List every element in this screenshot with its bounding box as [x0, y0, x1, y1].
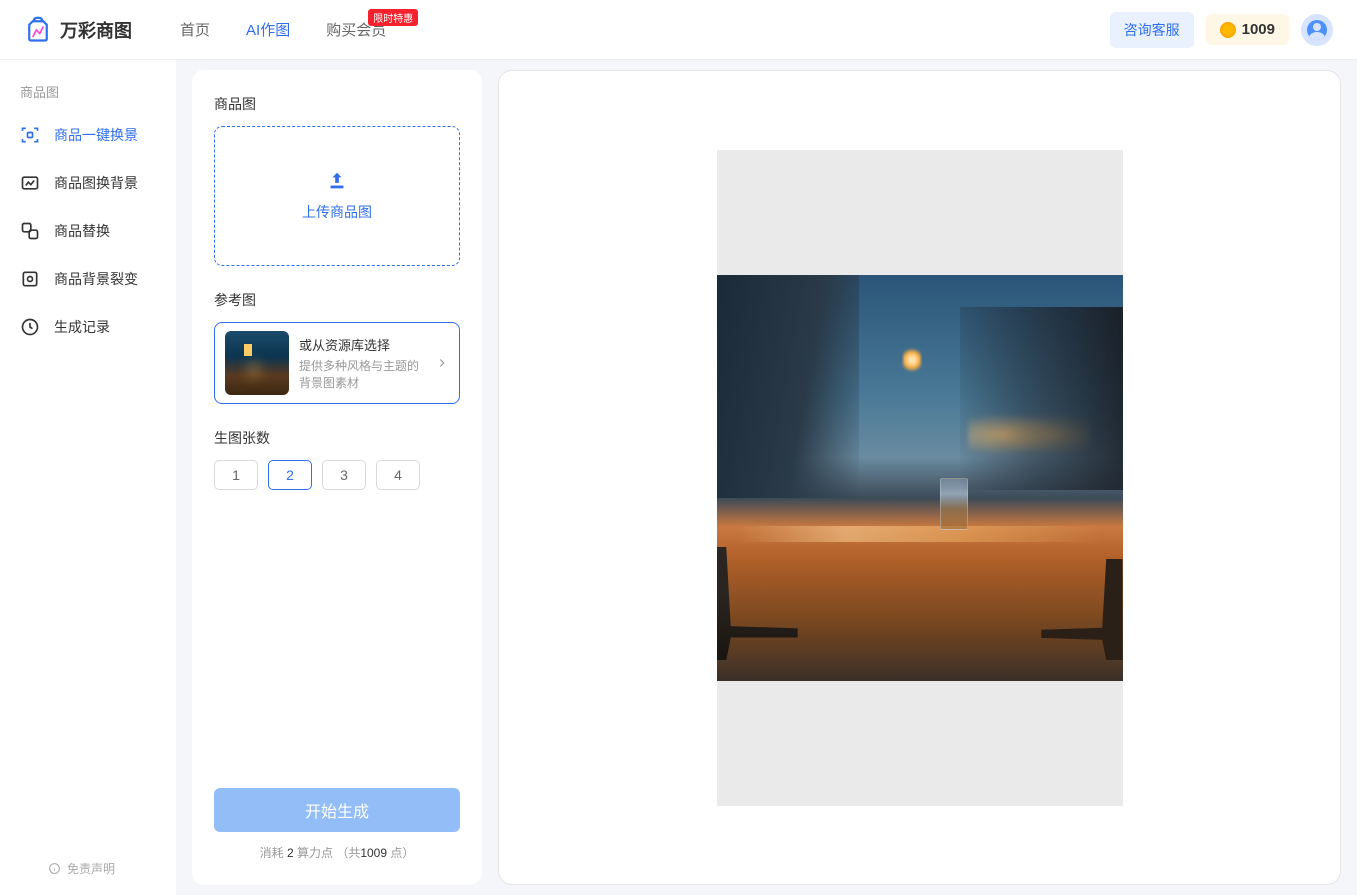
info-icon: [48, 862, 61, 875]
preview-frame: [717, 150, 1123, 806]
promo-badge: 限时特惠: [368, 9, 418, 26]
preview-image[interactable]: [717, 275, 1123, 681]
logo-icon: [24, 16, 52, 44]
sidebar-item-onekey-bg[interactable]: 商品一键换景: [0, 111, 176, 159]
upload-text: 上传商品图: [302, 202, 372, 222]
generate-button[interactable]: 开始生成: [214, 788, 460, 832]
reference-thumbnail: [225, 331, 289, 395]
sidebar-item-bg-variants[interactable]: 商品背景裂变: [0, 255, 176, 303]
control-panel: 商品图 上传商品图 参考图 或从资源库选择 提供多种风格与主题的背景图素材 生图…: [192, 70, 482, 885]
app-header: 万彩商图 首页 AI作图 购买会员限时特惠 咨询客服 1009: [0, 0, 1357, 60]
points-badge[interactable]: 1009: [1206, 14, 1289, 45]
count-option-3[interactable]: 3: [322, 460, 366, 490]
coin-icon: [1220, 22, 1236, 38]
count-option-1[interactable]: 1: [214, 460, 258, 490]
points-value: 1009: [1242, 21, 1275, 38]
ref-title: 或从资源库选择: [299, 335, 425, 354]
variants-icon: [20, 269, 40, 289]
header-right: 咨询客服 1009: [1110, 12, 1333, 48]
clock-icon: [20, 317, 40, 337]
chevron-right-icon: [435, 356, 449, 370]
image-count-group: 1 2 3 4: [214, 460, 460, 490]
logo-text: 万彩商图: [60, 17, 132, 43]
preview-canvas: [498, 70, 1341, 885]
nav-home[interactable]: 首页: [180, 19, 210, 40]
section-product-label: 商品图: [214, 94, 460, 114]
customer-service-button[interactable]: 咨询客服: [1110, 12, 1194, 48]
scan-icon: [20, 125, 40, 145]
reference-library-selector[interactable]: 或从资源库选择 提供多种风格与主题的背景图素材: [214, 322, 460, 404]
section-ref-label: 参考图: [214, 290, 460, 310]
sidebar-group-label: 商品图: [0, 72, 176, 111]
sidebar-item-change-bg[interactable]: 商品图换背景: [0, 159, 176, 207]
user-avatar[interactable]: [1301, 14, 1333, 46]
ref-subtitle: 提供多种风格与主题的背景图素材: [299, 358, 425, 392]
top-nav: 首页 AI作图 购买会员限时特惠: [180, 19, 386, 40]
app-logo[interactable]: 万彩商图: [24, 16, 132, 44]
sidebar: 商品图 商品一键换景 商品图换背景 商品替换 商品背景裂变 生成记录 免责声明: [0, 60, 176, 895]
nav-ai-draw[interactable]: AI作图: [246, 19, 290, 40]
nav-buy-membership[interactable]: 购买会员限时特惠: [326, 19, 386, 40]
replace-icon: [20, 221, 40, 241]
disclaimer-link[interactable]: 免责声明: [48, 860, 115, 877]
upload-icon: [326, 170, 348, 192]
count-option-2[interactable]: 2: [268, 460, 312, 490]
sidebar-item-history[interactable]: 生成记录: [0, 303, 176, 351]
count-option-4[interactable]: 4: [376, 460, 420, 490]
swap-bg-icon: [20, 173, 40, 193]
sidebar-item-replace[interactable]: 商品替换: [0, 207, 176, 255]
cost-text: 消耗 2 算力点 （共1009 点）: [214, 844, 460, 861]
upload-product-area[interactable]: 上传商品图: [214, 126, 460, 266]
section-count-label: 生图张数: [214, 428, 460, 448]
